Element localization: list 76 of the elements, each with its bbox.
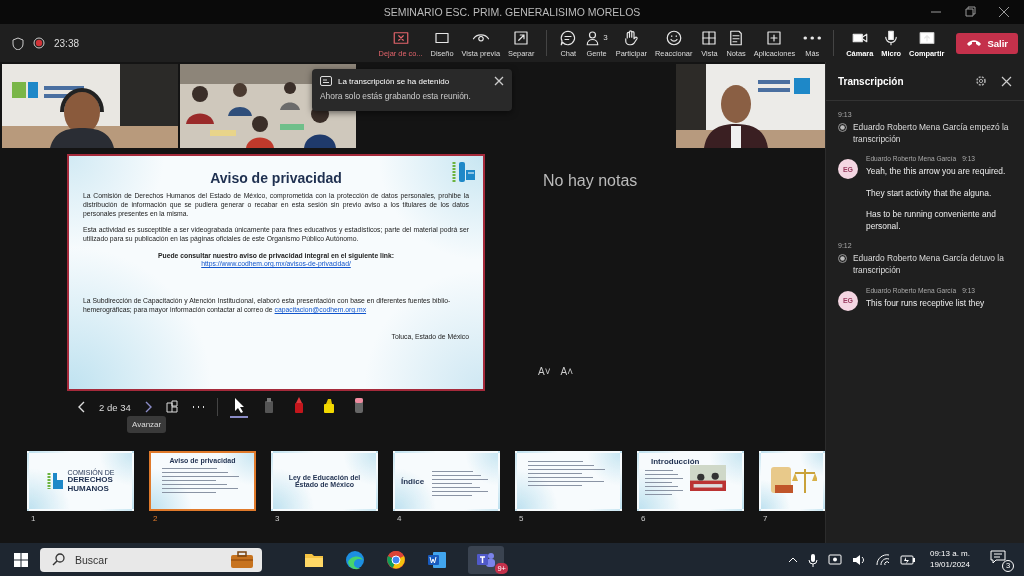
status-icon <box>838 254 847 264</box>
volume-icon[interactable] <box>851 553 866 566</box>
slide-number: 1 <box>31 514 36 523</box>
add-app-icon <box>765 28 784 47</box>
grid-icon <box>700 28 719 47</box>
more-icon <box>803 34 822 41</box>
transcript-text: This four runs receptive list they <box>866 296 985 309</box>
slide-thumbnail[interactable]: Introducción <box>637 451 744 511</box>
briefcase-icon <box>230 550 254 569</box>
settings-icon[interactable] <box>975 75 987 87</box>
browser-icon[interactable] <box>345 549 365 570</box>
search-field[interactable]: Buscar <box>40 547 262 572</box>
transcript-text: Has to be running conveniente and personal. <box>866 207 997 233</box>
phone-icon <box>966 38 983 48</box>
transcript-text: They start activity that the alguna. <box>866 186 993 199</box>
logo-icon <box>451 160 477 184</box>
window-title: SEMINARIO ESC. PRIM. GENERALISIMO MORELOS <box>383 6 641 18</box>
start-icon[interactable] <box>14 552 28 567</box>
close-icon[interactable] <box>494 76 504 86</box>
notification-icon <box>990 549 1006 564</box>
microphone-icon[interactable] <box>807 552 818 567</box>
search-icon <box>52 553 65 566</box>
clock-time[interactable]: 09:13 a. m. <box>929 549 970 560</box>
leave-button[interactable]: Salir <box>956 32 1018 54</box>
close-icon[interactable] <box>998 6 1010 18</box>
browser-icon[interactable] <box>386 549 406 570</box>
slide-number: 2 <box>153 514 158 523</box>
status-icon <box>838 123 847 132</box>
slide-thumbnail[interactable] <box>759 451 825 511</box>
clock-date[interactable]: 19/01/2024 <box>929 559 970 570</box>
slide-thumbnail[interactable] <box>515 451 622 511</box>
slides-grid-icon[interactable] <box>164 400 179 414</box>
smiley-icon <box>664 28 683 47</box>
transcript-text: Yeah, the this arrow you are required. <box>866 165 1007 178</box>
logo-icon <box>46 471 65 491</box>
document-app-icon[interactable] <box>427 550 447 569</box>
slide-number: 7 <box>763 514 768 523</box>
thumbnail-title: Introducción <box>651 457 700 466</box>
screen-icon[interactable] <box>827 553 842 566</box>
hand-icon <box>622 28 641 47</box>
participant-count: 3 <box>603 33 608 42</box>
pointer-tool[interactable] <box>229 396 248 418</box>
chevron-up-icon[interactable] <box>787 555 798 564</box>
panel-title: Transcripción <box>838 75 905 87</box>
slide-number: 5 <box>519 514 524 523</box>
text-lines-drawing <box>645 470 686 495</box>
thumbnail-text: DERECHOS <box>67 476 114 485</box>
thumbnail-text: HUMANOS <box>67 484 110 493</box>
previous-icon[interactable] <box>77 400 87 414</box>
slide-thumbnail[interactable]: Índice <box>393 451 500 511</box>
maximize-icon[interactable] <box>964 6 976 18</box>
shield-icon <box>12 36 24 50</box>
battery-icon[interactable] <box>899 554 916 565</box>
font-size-button[interactable]: A˅ <box>536 366 553 377</box>
transcript-event: Eduardo Roberto Mena García empezó la transcripción <box>853 121 1010 146</box>
slide-number: 3 <box>275 514 280 523</box>
font-size-button[interactable]: A˄ <box>558 366 576 377</box>
meeting-timer: 23:38 <box>54 37 80 49</box>
thumbnail-title: Índice <box>401 476 425 486</box>
toast-title: La transcripción se ha detenido <box>338 76 451 86</box>
meeting-app-icon[interactable] <box>476 550 496 569</box>
folder-icon[interactable] <box>304 551 324 568</box>
tooltip: Avanzar <box>127 416 167 433</box>
chat-icon <box>559 28 578 47</box>
transcript-event: Eduardo Roberto Mena García detuvo la transcripción <box>853 252 1005 277</box>
notes-message: No hay notas <box>543 172 638 190</box>
popout-icon <box>512 28 531 47</box>
highlighter-icon <box>321 396 336 414</box>
slide-title: Aviso de privacidad <box>210 170 342 186</box>
close-icon[interactable] <box>1001 75 1012 87</box>
slide-number: 6 <box>641 514 646 523</box>
slide-counter: 2 de 34 <box>99 401 131 413</box>
slide-number: 4 <box>397 514 402 523</box>
wifi-icon[interactable] <box>875 553 890 566</box>
toast-message: Ahora solo estás grabando esta reunión. <box>320 91 471 101</box>
captions-icon <box>320 76 332 86</box>
